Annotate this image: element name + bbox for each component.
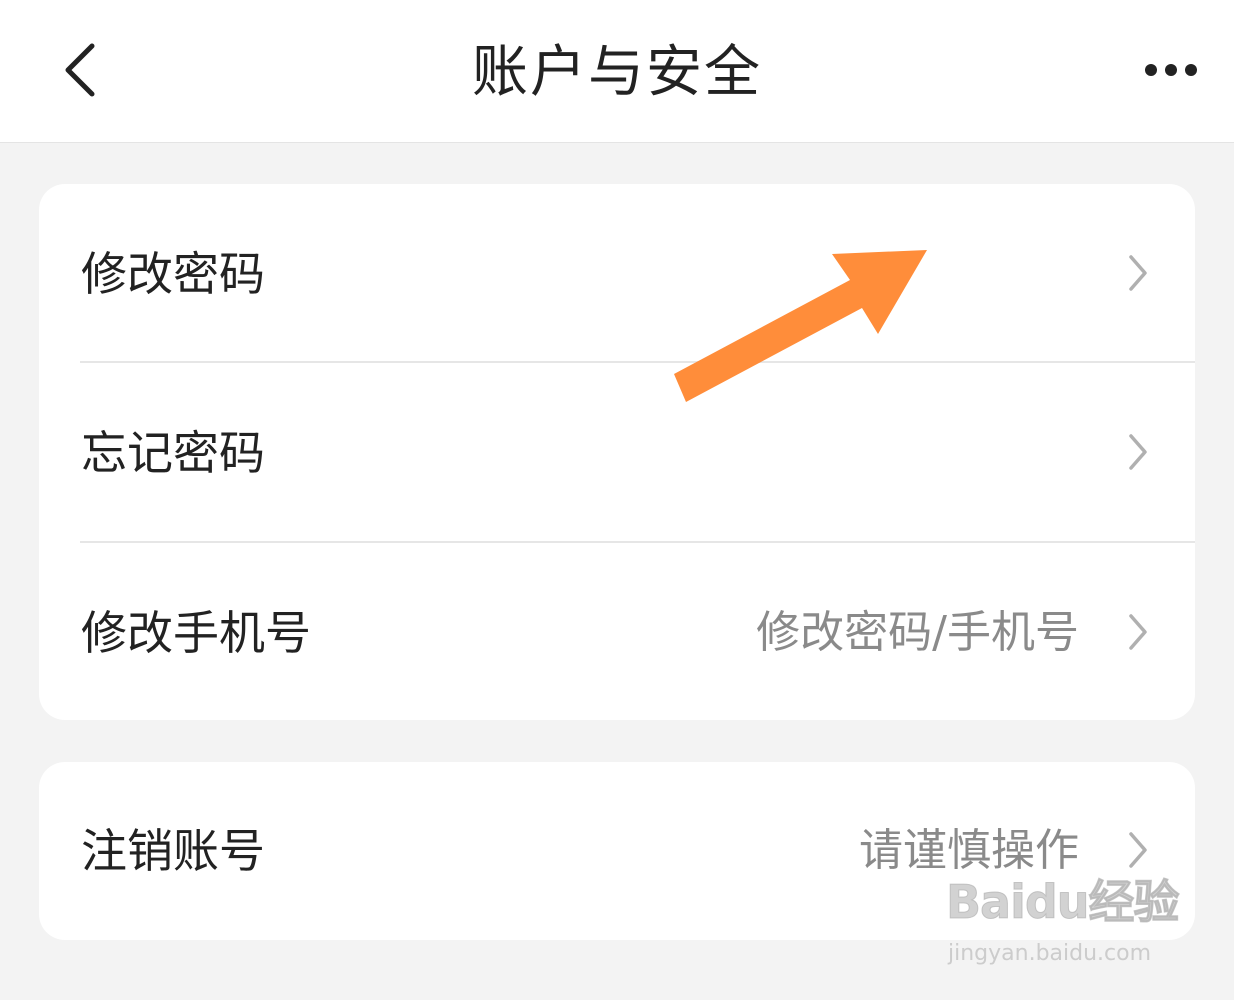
chevron-right-icon <box>1129 434 1147 470</box>
annotation-arrow-icon <box>674 250 927 402</box>
change-phone-row[interactable]: 修改手机号 修改密码/手机号 <box>39 543 1195 720</box>
password-phone-settings-card: 修改密码 忘记密码 修改手机号 修改密码/手机号 <box>39 184 1195 720</box>
chevron-right-icon <box>1129 614 1147 650</box>
change-phone-hint: 修改密码/手机号 <box>756 607 1079 658</box>
chevron-right-icon <box>1129 832 1147 868</box>
watermark: Baidu经验 jingyan.baidu.com <box>946 872 1186 972</box>
more-dot-icon <box>1185 64 1197 76</box>
change-phone-label: 修改手机号 <box>81 606 311 660</box>
more-dot-icon <box>1165 64 1177 76</box>
forgot-password-row[interactable]: 忘记密码 <box>39 363 1195 542</box>
chevron-right-icon <box>1129 255 1147 291</box>
change-password-row[interactable]: 修改密码 <box>39 184 1195 363</box>
watermark-url: jingyan.baidu.com <box>948 941 1152 966</box>
change-password-label: 修改密码 <box>81 247 265 301</box>
cancel-account-label: 注销账号 <box>81 824 265 878</box>
more-dot-icon <box>1145 64 1157 76</box>
page-title: 账户与安全 <box>472 40 762 105</box>
forgot-password-label: 忘记密码 <box>81 426 265 480</box>
watermark-logo: Baidu经验 <box>946 875 1181 930</box>
more-options-button[interactable] <box>1136 40 1206 100</box>
top-navigation-bar: 账户与安全 <box>0 0 1234 143</box>
